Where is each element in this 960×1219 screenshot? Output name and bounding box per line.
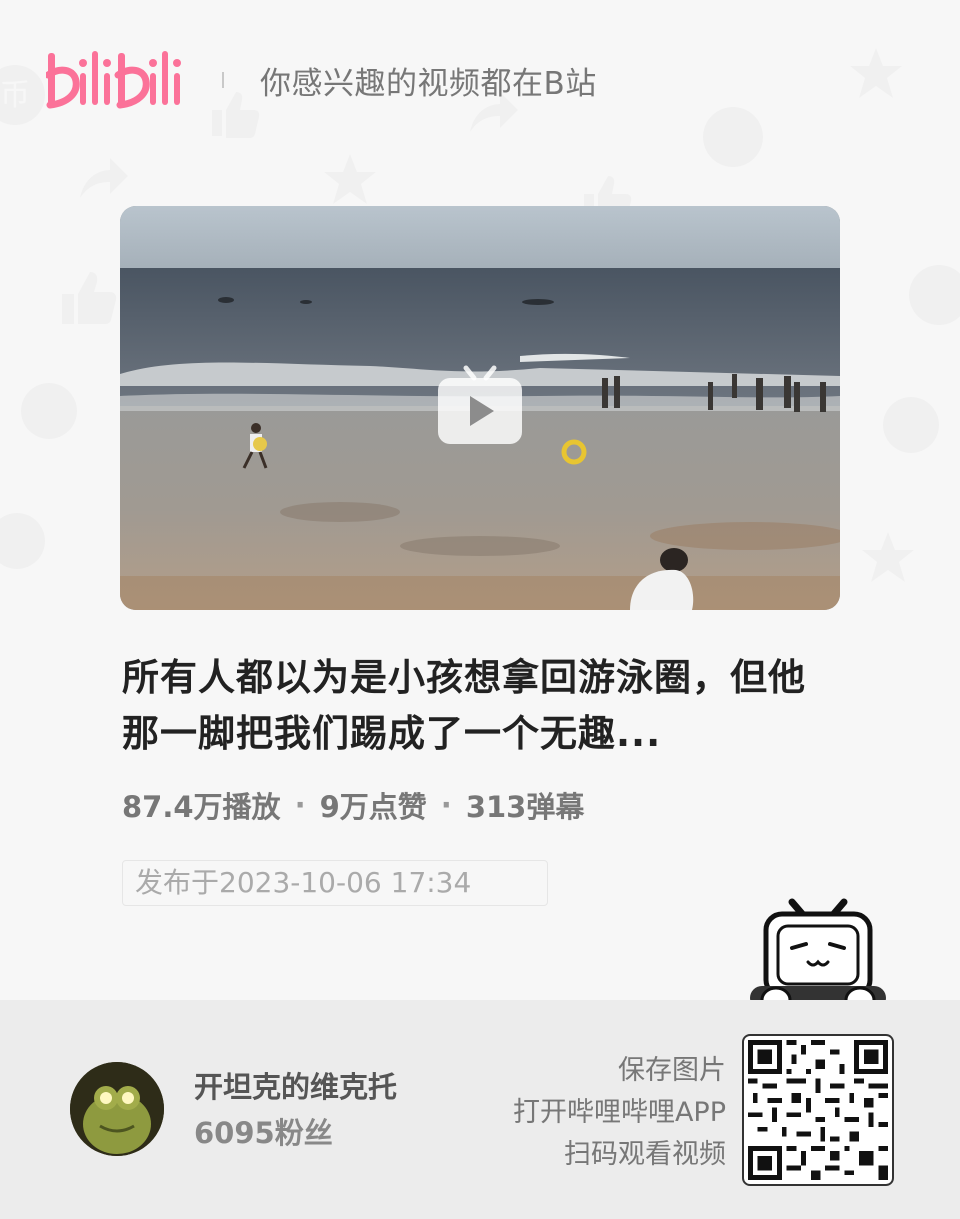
video-stats: 87.4万播放 · 9万点赞 · 313弹幕 [122,784,584,826]
like-count: 9万点赞 [319,790,427,824]
play-button-icon[interactable] [436,362,524,450]
qr-code[interactable] [742,1034,894,1186]
star-icon [324,154,376,204]
star-icon [850,48,902,98]
fan-count: 6095粉丝 [194,1116,333,1150]
uploader-name[interactable]: 开坦克的维克托 [194,1064,397,1106]
share-icon [80,158,128,198]
svg-text:币: 币 [0,78,30,113]
coin-icon: 币 [0,65,45,125]
header-divider [222,72,224,88]
separator: · [440,788,452,822]
coin-icon [703,107,763,167]
footer: 开坦克的维克托 6095粉丝 保存图片 打开哔哩哔哩APP 扫码观看视频 [0,1000,960,1219]
slogan: 你感兴趣的视频都在B站 [260,65,597,102]
qr-code-image [748,1040,888,1180]
danmaku-count: 313弹幕 [465,790,585,824]
cta-scan-code: 扫码观看视频 [564,1139,726,1170]
uploader-avatar[interactable] [70,1062,164,1156]
coin-icon [21,383,77,439]
header: 你感兴趣的视频都在B站 [46,44,597,116]
bilibili-logo [46,51,181,109]
thumb-up-icon [62,272,117,324]
star-icon [862,532,914,582]
coin-icon [909,265,960,325]
app-cta: 保存图片 打开哔哩哔哩APP 扫码观看视频 [513,1050,726,1176]
coin-icon [0,513,45,569]
publish-time: 发布于2023-10-06 17:34 [122,860,548,906]
cta-save-image: 保存图片 [618,1055,726,1086]
cta-open-app: 打开哔哩哔哩APP [512,1097,726,1128]
coin-icon [883,397,939,453]
video-thumbnail[interactable] [120,206,840,610]
frog-avatar-image [70,1062,164,1156]
separator: · [294,788,306,822]
play-count: 87.4万播放 [122,790,281,824]
video-title: 所有人都以为是小孩想拿回游泳圈，但他那一脚把我们踢成了一个无趣... [122,656,806,755]
